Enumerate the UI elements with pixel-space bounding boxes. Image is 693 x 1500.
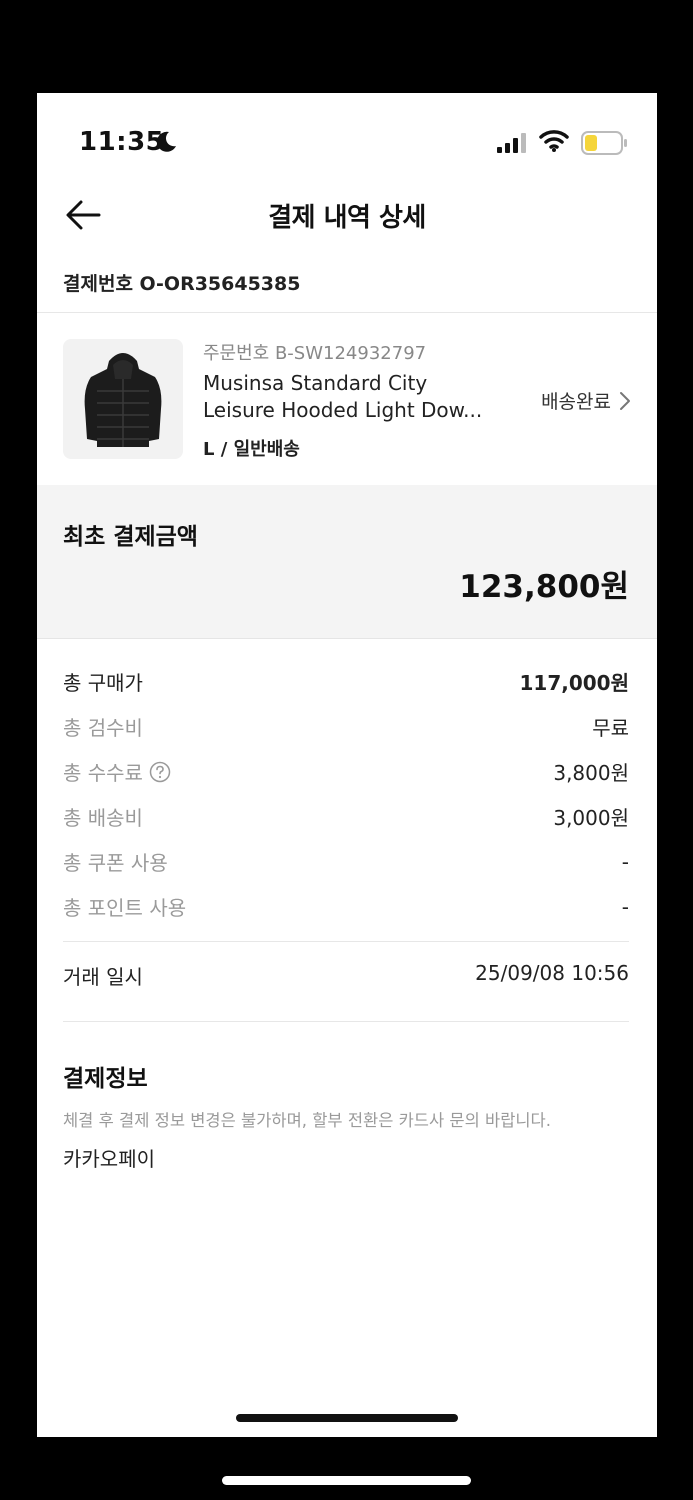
breakdown-label: 총 배송비 <box>63 806 143 830</box>
initial-amount-value: 123,800원 <box>459 569 629 605</box>
status-time: 11:35 <box>79 127 165 157</box>
breakdown-row: 총 수수료 3,800원 <box>63 749 629 794</box>
breakdown-value: - <box>621 894 629 919</box>
help-icon[interactable] <box>149 761 171 783</box>
breakdown-label: 총 쿠폰 사용 <box>63 851 168 875</box>
initial-amount-section: 최초 결제금액 123,800원 <box>37 485 657 639</box>
breakdown-label-wrap: 총 수수료 <box>63 757 171 786</box>
payment-method: 카카오페이 <box>63 1147 155 1171</box>
jacket-image <box>84 353 162 447</box>
signal-icon <box>497 133 526 153</box>
divider <box>63 941 629 942</box>
breakdown-label: 총 구매가 <box>63 671 143 695</box>
breakdown-value: 3,000원 <box>553 806 629 830</box>
payment-info-title: 결제정보 <box>63 1066 148 1092</box>
breakdown-row: 총 쿠폰 사용 - <box>63 839 629 884</box>
status-bar: 11:35 <box>37 93 657 183</box>
transaction-value: 25/09/08 10:56 <box>475 961 629 985</box>
divider <box>63 1021 629 1022</box>
breakdown-label: 총 수수료 <box>63 761 143 785</box>
breakdown-label: 총 검수비 <box>63 716 143 740</box>
order-number: 주문번호 B-SW124932797 <box>203 343 427 364</box>
phone-screen: 11:35 결제 내역 상세 결제번호 O-OR35645385 주문번호 B-… <box>37 93 657 1437</box>
breakdown-row: 총 구매가 117,000원 <box>63 659 629 704</box>
chevron-right-icon <box>620 391 630 410</box>
product-thumbnail[interactable] <box>63 339 183 459</box>
breakdown-value: 3,800원 <box>553 761 629 785</box>
product-name-line1: Musinsa Standard City <box>203 371 428 395</box>
top-nav: 결제 내역 상세 <box>37 183 657 253</box>
product-card[interactable]: 주문번호 B-SW124932797 Musinsa Standard City… <box>37 313 657 485</box>
initial-amount-label: 최초 결제금액 <box>63 524 198 550</box>
breakdown-value: 117,000원 <box>519 671 630 695</box>
breakdown-value: 무료 <box>592 716 629 740</box>
breakdown-row: 총 포인트 사용 - <box>63 884 629 929</box>
price-breakdown: 총 구매가 117,000원 총 검수비 무료 총 수수료 3,800원 총 배… <box>63 659 629 929</box>
wifi-icon <box>539 130 569 152</box>
transaction-datetime-row: 거래 일시 25/09/08 10:56 <box>63 961 629 990</box>
breakdown-value: - <box>621 849 629 874</box>
breakdown-row: 총 배송비 3,000원 <box>63 794 629 839</box>
payment-info-notice: 체결 후 결제 정보 변경은 불가하며, 할부 전환은 카드사 문의 바랍니다. <box>63 1111 551 1130</box>
transaction-label: 거래 일시 <box>63 965 143 989</box>
payment-number: 결제번호 O-OR35645385 <box>63 273 301 295</box>
moon-icon <box>156 131 176 152</box>
breakdown-label: 총 포인트 사용 <box>63 896 187 920</box>
breakdown-row: 총 검수비 무료 <box>63 704 629 749</box>
product-name-line2: Leisure Hooded Light Dow... <box>203 398 483 422</box>
product-name: Musinsa Standard City Leisure Hooded Lig… <box>203 370 503 424</box>
device-home-indicator <box>222 1476 471 1485</box>
delivery-status-label: 배송완료 <box>541 391 611 413</box>
battery-icon <box>581 131 627 155</box>
page-title: 결제 내역 상세 <box>268 203 426 233</box>
home-indicator[interactable] <box>236 1414 458 1422</box>
delivery-status-link[interactable]: 배송완료 <box>541 387 631 414</box>
product-option: L / 일반배송 <box>203 439 300 460</box>
